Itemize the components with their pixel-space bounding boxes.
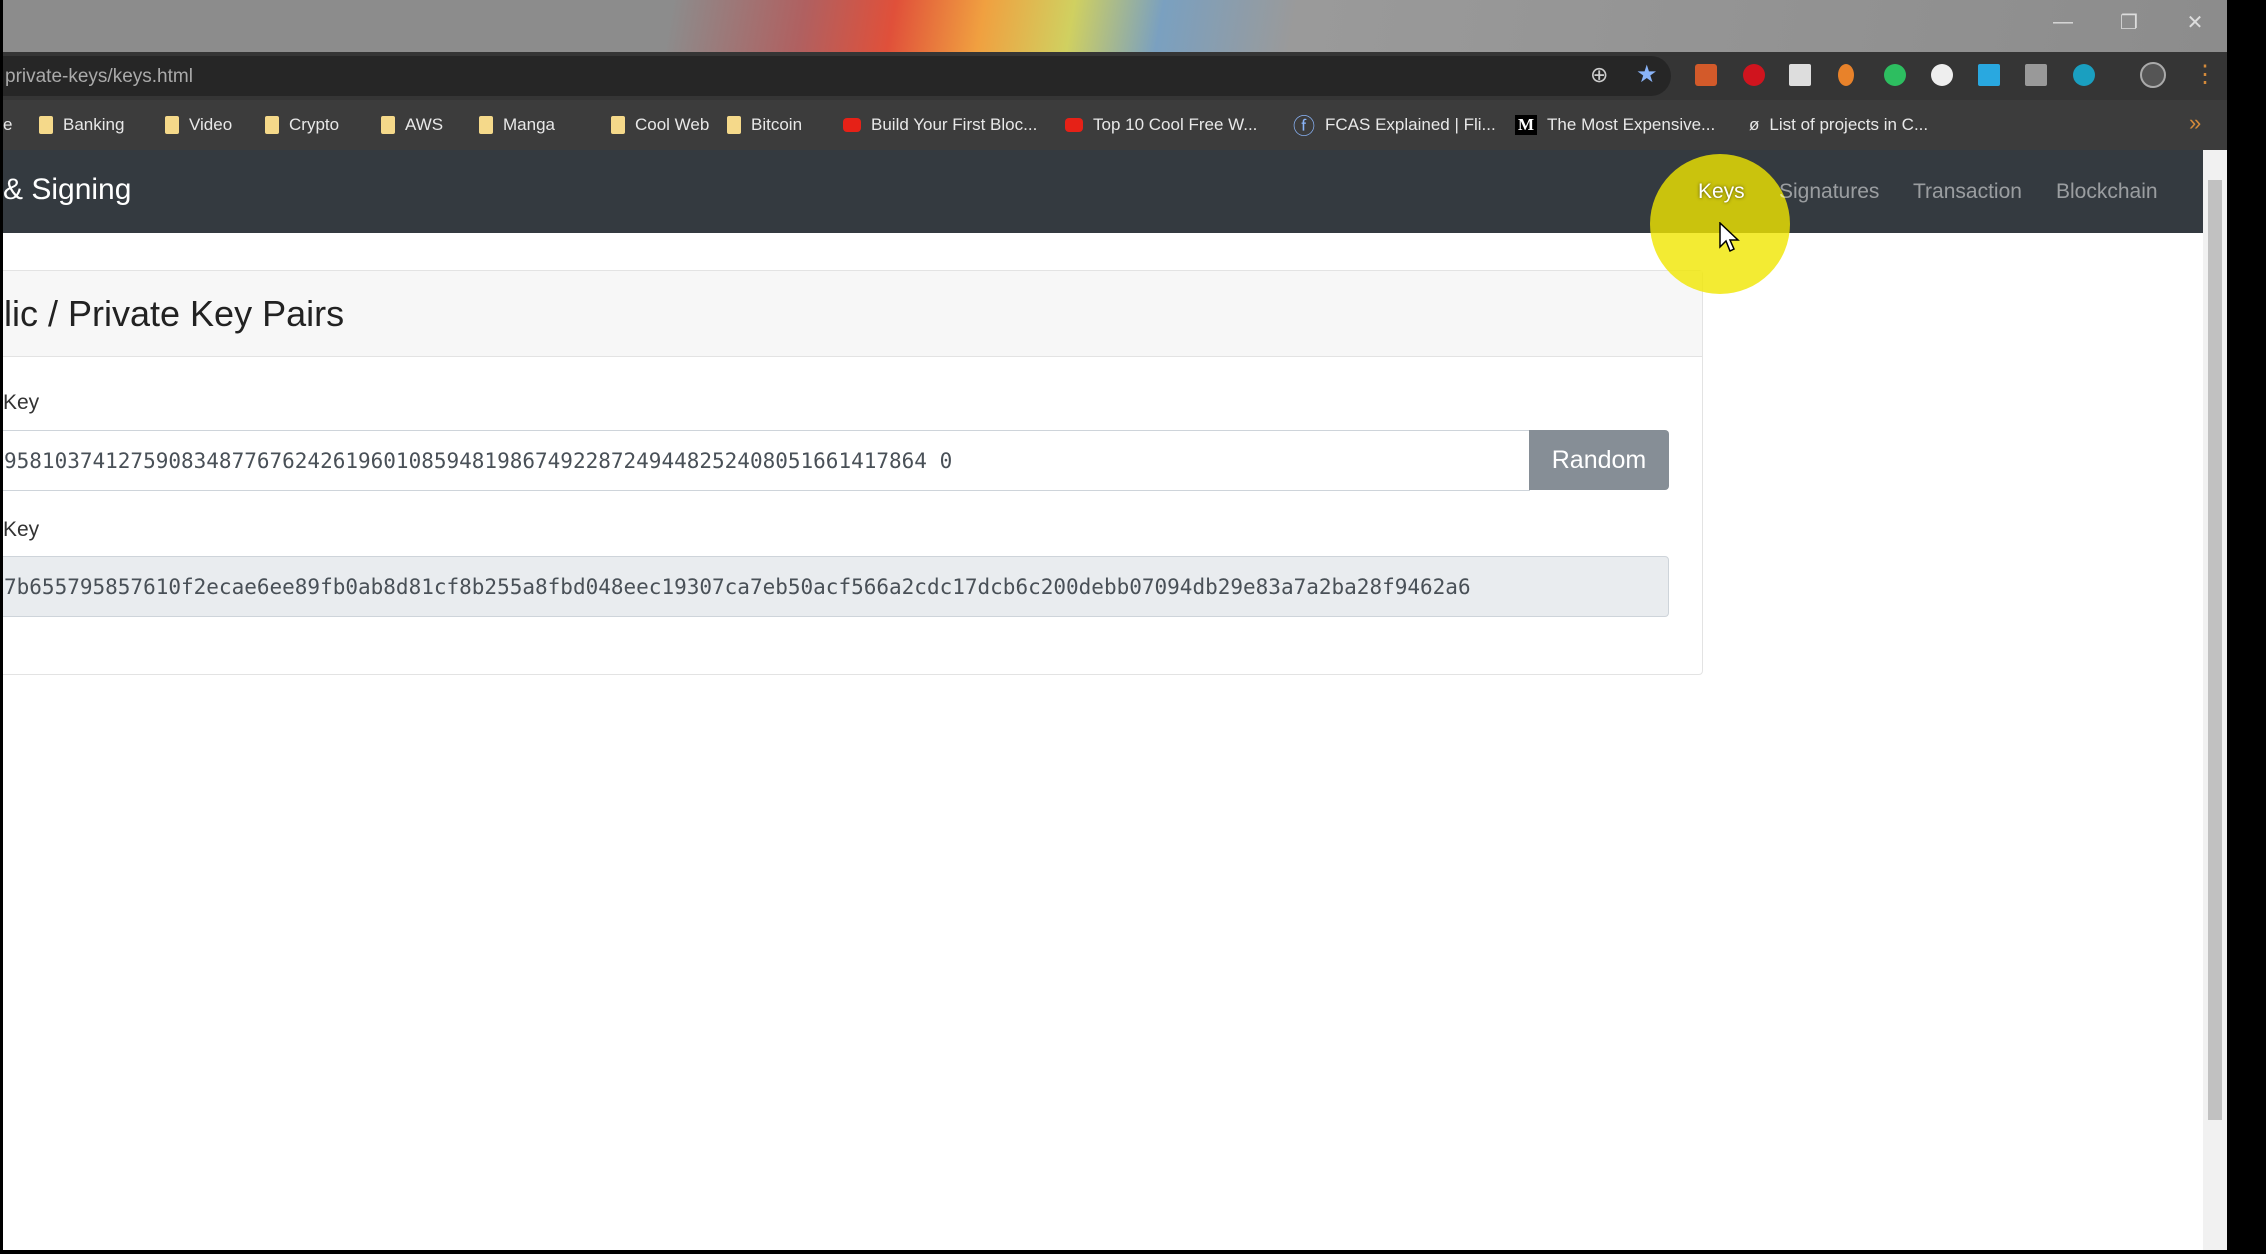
youtube-icon: [1065, 118, 1083, 132]
metamask-extension-icon[interactable]: [1838, 64, 1854, 86]
evernote-extension-icon[interactable]: [1884, 64, 1906, 86]
bookmark-label: Build Your First Bloc...: [871, 115, 1038, 134]
public-key-label: Key: [3, 518, 40, 541]
more-menu-icon[interactable]: ⋮: [2193, 60, 2217, 89]
navbar-brand[interactable]: & Signing: [3, 173, 131, 207]
drive-extension-icon[interactable]: [2025, 64, 2047, 86]
bookmark-label: Cool Web: [635, 115, 710, 134]
browser-window: — ❐ ✕ private-keys/keys.html ⊕ ★ ⋮ e Bank…: [3, 0, 2227, 1250]
zoom-icon[interactable]: ⊕: [1590, 62, 1608, 88]
nav-link-blockchain[interactable]: Blockchain: [2056, 180, 2158, 204]
bookmark-label: e: [3, 115, 13, 134]
bookmark-label: Bitcoin: [751, 115, 803, 134]
bookmark-item[interactable]: ⓕ FCAS Explained | Fli...: [1293, 112, 1496, 139]
bookmark-item[interactable]: Video: [165, 112, 232, 138]
bookmarks-overflow-icon[interactable]: »: [2189, 110, 2201, 136]
bookmark-item[interactable]: Cool Web: [611, 112, 709, 138]
extension-icon[interactable]: [1931, 64, 1953, 86]
bookmark-item[interactable]: ø List of projects in C...: [1749, 112, 1928, 138]
private-key-label: Key: [3, 391, 40, 414]
nav-link-keys[interactable]: Keys: [1698, 180, 1745, 204]
bookmark-item[interactable]: e: [3, 112, 12, 138]
bookmark-item[interactable]: AWS: [381, 112, 443, 138]
folder-icon: [381, 116, 395, 134]
bookmark-item[interactable]: Top 10 Cool Free W...: [1065, 112, 1257, 138]
address-bar[interactable]: [3, 56, 1671, 96]
adblock-extension-icon[interactable]: [1743, 64, 1765, 86]
random-button[interactable]: Random: [1529, 430, 1669, 490]
bookmark-item[interactable]: M The Most Expensive...: [1515, 112, 1715, 138]
windows-extension-icon[interactable]: [1978, 64, 2000, 86]
url-text[interactable]: private-keys/keys.html: [5, 66, 193, 88]
folder-icon: [611, 116, 625, 134]
bookmark-item[interactable]: Bitcoin: [727, 112, 802, 138]
bookmark-label: List of projects in C...: [1769, 115, 1929, 134]
profile-avatar[interactable]: [2140, 62, 2166, 88]
qr-extension-icon[interactable]: [1789, 64, 1811, 86]
card-title: lic / Private Key Pairs: [4, 293, 345, 334]
bookmark-item[interactable]: Crypto: [265, 112, 339, 138]
scrollbar-thumb[interactable]: [2208, 180, 2222, 1120]
bookmark-label: FCAS Explained | Fli...: [1325, 115, 1496, 134]
close-button[interactable]: ✕: [2162, 0, 2227, 44]
nav-link-signatures[interactable]: Signatures: [1779, 180, 1879, 204]
restore-button[interactable]: ❐: [2096, 0, 2162, 44]
mouse-cursor-icon: [1719, 222, 1740, 253]
flipside-icon: ⓕ: [1293, 114, 1316, 139]
folder-icon: [165, 116, 179, 134]
folder-icon: [479, 116, 493, 134]
bookmark-item[interactable]: Build Your First Bloc...: [843, 112, 1037, 138]
bookmark-label: The Most Expensive...: [1547, 115, 1716, 134]
bookmark-label: Top 10 Cool Free W...: [1093, 115, 1258, 134]
folder-icon: [727, 116, 741, 134]
public-key-input: 7b655795857610f2ecae6ee89fb0ab8d81cf8b25…: [3, 556, 1669, 617]
nav-link-transaction[interactable]: Transaction: [1913, 180, 2022, 204]
sync-extension-icon[interactable]: [2073, 64, 2095, 86]
bookmark-item[interactable]: Banking: [39, 112, 124, 138]
card-header: lic / Private Key Pairs: [3, 271, 1702, 357]
bookmark-star-icon[interactable]: ★: [1636, 60, 1658, 89]
private-key-input[interactable]: 9581037412759083487767624261960108594819…: [3, 430, 1530, 491]
bookmark-label: Manga: [503, 115, 555, 134]
youtube-icon: [843, 118, 861, 132]
medium-icon: M: [1515, 115, 1538, 135]
bookmark-label: Banking: [63, 115, 125, 134]
null-icon: ø: [1749, 115, 1760, 134]
bookmark-label: Video: [189, 115, 233, 134]
minimize-button[interactable]: —: [2030, 0, 2096, 44]
title-bar: — ❐ ✕: [3, 0, 2227, 52]
bookmark-label: AWS: [405, 115, 444, 134]
office-extension-icon[interactable]: [1695, 64, 1717, 86]
folder-icon: [39, 116, 53, 134]
folder-icon: [265, 116, 279, 134]
bookmark-label: Crypto: [289, 115, 340, 134]
bookmark-item[interactable]: Manga: [479, 112, 555, 138]
